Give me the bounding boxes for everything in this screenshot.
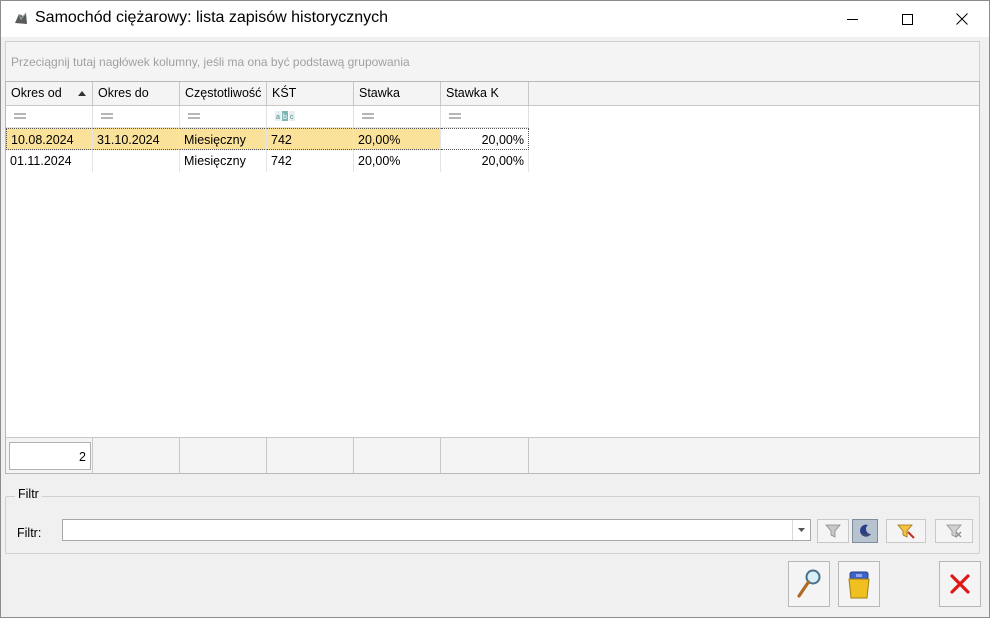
table-row[interactable]: 01.11.2024 Miesięczny 742 20,00% 20,00% (6, 150, 529, 172)
filter-cell-stawka[interactable] (354, 106, 441, 128)
delete-button[interactable] (838, 561, 880, 607)
column-label: Okres od (11, 86, 62, 100)
cell-czestotliwosc[interactable]: Miesięczny (180, 150, 267, 172)
equals-icon (101, 113, 113, 119)
funnel-clear-icon (946, 524, 962, 538)
funnel-icon (825, 524, 841, 538)
funnel-color-icon (897, 524, 915, 539)
close-icon (956, 13, 968, 25)
window-close-button[interactable] (939, 1, 985, 37)
filter-cell-stawka-k[interactable] (441, 106, 529, 128)
table-row[interactable]: 10.08.2024 31.10.2024 Miesięczny 742 20,… (6, 128, 529, 150)
title-bar: Samochód ciężarowy: lista zapisów histor… (1, 1, 989, 37)
close-button[interactable] (939, 561, 981, 607)
column-header-stawka-k[interactable]: Stawka K (441, 82, 529, 105)
footer-cell (441, 438, 529, 473)
filter-cell-okres-od[interactable] (6, 106, 93, 128)
footer-cell (354, 438, 441, 473)
cell-stawka-k[interactable]: 20,00% (441, 128, 529, 150)
filter-cell-czestotliwosc[interactable] (180, 106, 267, 128)
advanced-filter-button[interactable] (886, 519, 926, 543)
filter-label: Filtr: (17, 526, 42, 540)
filter-input[interactable] (65, 522, 789, 538)
cell-okres-do[interactable] (93, 150, 180, 172)
magnifier-icon (797, 569, 821, 598)
column-header-kst[interactable]: KŚT (267, 82, 354, 105)
column-header-czestotliwosc[interactable]: Częstotliwość (180, 82, 267, 105)
cell-stawka[interactable]: 20,00% (354, 150, 441, 172)
group-by-hint: Przeciągnij tutaj nagłówek kolumny, jeśl… (11, 55, 410, 69)
apply-filter-button[interactable] (817, 519, 849, 543)
column-label: Okres do (98, 86, 149, 100)
column-label: KŚT (272, 86, 297, 100)
preview-button[interactable] (788, 561, 830, 607)
grid-header: Okres od Okres do Częstotliwość KŚT Staw… (6, 82, 979, 106)
minimize-button[interactable] (829, 1, 875, 37)
sort-ascending-icon (78, 91, 86, 96)
cell-kst[interactable]: 742 (267, 128, 354, 150)
footer-cell-okres-od: 2 (6, 438, 93, 473)
footer-cell (93, 438, 180, 473)
maximize-button[interactable] (884, 1, 930, 37)
group-by-panel[interactable]: Przeciągnij tutaj nagłówek kolumny, jeśl… (5, 41, 980, 81)
equals-icon (14, 113, 26, 119)
cell-okres-do[interactable]: 31.10.2024 (93, 128, 180, 150)
svg-text:a: a (276, 114, 280, 121)
svg-text:b: b (283, 114, 287, 121)
maximize-icon (901, 13, 913, 25)
minimize-icon (846, 18, 858, 20)
column-label: Częstotliwość (185, 86, 262, 100)
filter-dropdown-button[interactable] (792, 520, 810, 540)
filter-combobox[interactable] (62, 519, 811, 541)
cell-stawka[interactable]: 20,00% (354, 128, 441, 150)
equals-icon (362, 113, 374, 119)
window-title: Samochód ciężarowy: lista zapisów histor… (35, 9, 389, 26)
cell-okres-od[interactable]: 01.11.2024 (6, 150, 93, 172)
filter-group-label: Filtr (15, 487, 42, 501)
dialog-window: Samochód ciężarowy: lista zapisów histor… (0, 0, 990, 618)
grid-footer: 2 (6, 437, 979, 473)
filter-cell-kst[interactable]: a b c (267, 106, 354, 128)
filter-cell-okres-do[interactable] (93, 106, 180, 128)
cell-stawka-k[interactable]: 20,00% (441, 150, 529, 172)
bin-icon (848, 571, 870, 599)
close-x-icon (950, 574, 970, 594)
column-label: Stawka (359, 86, 400, 100)
cell-kst[interactable]: 742 (267, 150, 354, 172)
auto-filter-row: a b c (6, 106, 529, 128)
history-grid[interactable]: Okres od Okres do Częstotliwość KŚT Staw… (5, 81, 980, 474)
filter-mode-toggle-button[interactable] (852, 519, 878, 543)
moon-icon (860, 524, 871, 537)
equals-icon (449, 113, 461, 119)
chevron-down-icon (798, 528, 805, 532)
column-header-stawka[interactable]: Stawka (354, 82, 441, 105)
column-header-okres-od[interactable]: Okres od (6, 82, 93, 105)
footer-cell (267, 438, 354, 473)
cell-okres-od[interactable]: 10.08.2024 (6, 128, 93, 150)
column-label: Stawka K (446, 86, 499, 100)
record-count: 2 (9, 442, 91, 470)
clear-filter-button[interactable] (935, 519, 973, 543)
footer-cell (180, 438, 267, 473)
app-icon (13, 11, 29, 27)
abc-icon: a b c (275, 111, 295, 121)
column-header-okres-do[interactable]: Okres do (93, 82, 180, 105)
cell-czestotliwosc[interactable]: Miesięczny (180, 128, 267, 150)
svg-text:c: c (290, 114, 294, 121)
equals-icon (188, 113, 200, 119)
